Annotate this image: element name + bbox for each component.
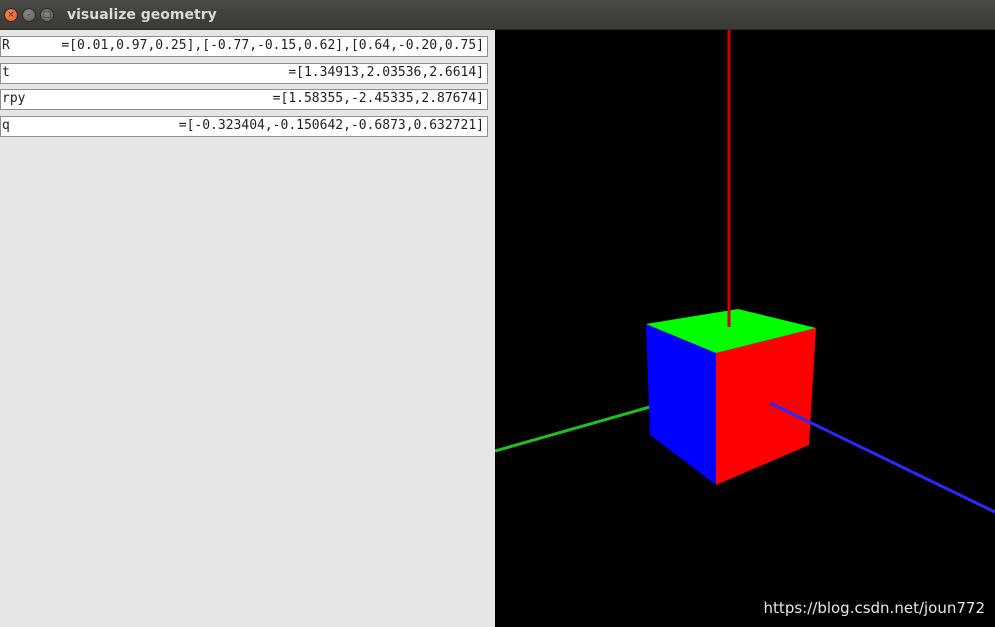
quaternion-field[interactable]: q =[-0.323404,-0.150642,-0.6873,0.632721…: [0, 116, 488, 137]
field-label-r: R: [2, 38, 10, 53]
window-title: visualize geometry: [67, 7, 217, 23]
3d-viewport[interactable]: https://blog.csdn.net/joun772: [495, 30, 995, 627]
close-icon: ×: [7, 9, 15, 20]
close-button[interactable]: ×: [4, 8, 18, 22]
minimize-button[interactable]: –: [22, 8, 36, 22]
title-bar: × – □ visualize geometry: [0, 0, 995, 30]
field-value-r: =[0.01,0.97,0.25],[-0.77,-0.15,0.62],[0.…: [61, 38, 484, 53]
watermark-text: https://blog.csdn.net/joun772: [763, 599, 985, 617]
field-value-q: =[-0.323404,-0.150642,-0.6873,0.632721]: [178, 118, 484, 133]
parameter-panel: R =[0.01,0.97,0.25],[-0.77,-0.15,0.62],[…: [0, 30, 495, 627]
translation-field[interactable]: t =[1.34913,2.03536,2.6614]: [0, 63, 488, 84]
field-value-rpy: =[1.58355,-2.45335,2.87674]: [272, 91, 484, 106]
field-label-rpy: rpy: [2, 91, 26, 106]
cube-right-face: [716, 328, 816, 485]
scene-canvas: [495, 30, 995, 514]
maximize-button[interactable]: □: [40, 8, 54, 22]
field-label-t: t: [2, 65, 10, 80]
minimize-icon: –: [26, 9, 32, 20]
maximize-icon: □: [42, 9, 52, 20]
rpy-field[interactable]: rpy =[1.58355,-2.45335,2.87674]: [0, 89, 488, 110]
rotation-matrix-field[interactable]: R =[0.01,0.97,0.25],[-0.77,-0.15,0.62],[…: [0, 36, 488, 57]
field-label-q: q: [2, 118, 10, 133]
field-value-t: =[1.34913,2.03536,2.6614]: [288, 65, 484, 80]
x-axis-line: [769, 401, 995, 514]
